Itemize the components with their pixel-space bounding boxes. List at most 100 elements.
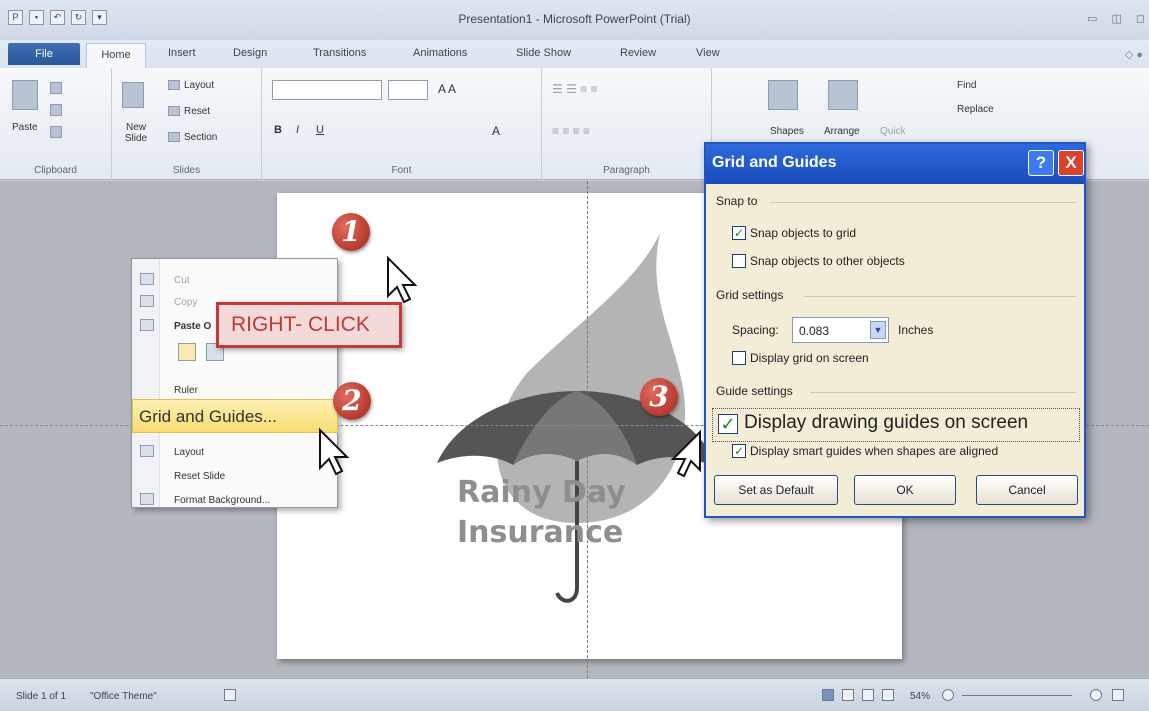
tab-insert[interactable]: Insert [168,47,196,59]
new-slide-button[interactable]: New Slide [116,122,156,144]
zoom-in-icon[interactable] [1090,689,1102,701]
right-click-callout: RIGHT- CLICK [216,302,402,348]
section-button[interactable]: Section [184,132,217,143]
font-name-box[interactable] [272,80,382,100]
help-icon[interactable]: ◇ ● [1125,48,1143,61]
slide-sorter-icon[interactable] [842,689,854,701]
snap-other-checkbox[interactable] [732,254,746,268]
zoom-level[interactable]: 54% [910,691,930,702]
font-color-icon[interactable]: A [492,124,500,138]
zoom-slider[interactable] [962,695,1072,696]
font-size-box[interactable] [388,80,428,100]
spell-check-icon[interactable] [224,689,236,701]
dialog-title-bar[interactable]: Grid and Guides ? X [706,144,1084,184]
spacing-input[interactable]: 0.083 ▼ [792,317,889,343]
theme-name[interactable]: "Office Theme" [90,691,157,702]
new-slide-icon[interactable] [122,82,144,108]
italic-icon[interactable]: I [296,124,299,136]
snap-grid-label: Snap objects to grid [750,226,857,240]
snap-other-label: Snap objects to other objects [750,254,905,268]
step-1-badge: 1 [332,213,370,251]
brand-line-2: Insurance [457,515,624,550]
tab-animations[interactable]: Animations [413,47,467,59]
spacing-label: Spacing: [732,323,779,337]
reset-button[interactable]: Reset [184,106,210,117]
quick-styles-button[interactable]: Quick [880,126,906,137]
arrange-button[interactable]: Arrange [824,126,860,137]
cut-icon[interactable] [50,82,62,94]
group-font: A A B I U A Font [262,68,542,180]
shapes-button[interactable]: Shapes [770,126,804,137]
group-slides: New Slide Layout Reset Section Slides [112,68,262,180]
tab-transitions[interactable]: Transitions [313,47,366,59]
smart-guides-checkbox[interactable]: ✓ [732,444,746,458]
zoom-out-icon[interactable] [942,689,954,701]
display-guides-checkbox[interactable]: ✓ [718,414,738,434]
layout-button[interactable]: Layout [184,80,214,91]
display-grid-checkbox[interactable] [732,351,746,365]
close-button[interactable]: X [1058,150,1084,176]
right-click-label: RIGHT- CLICK [231,313,370,336]
close-window-icon[interactable]: ◻ [1136,12,1145,25]
underline-icon[interactable]: U [316,124,324,136]
menu-item-reset-slide[interactable]: Reset Slide [174,471,225,482]
find-button[interactable]: Find [957,80,976,91]
smart-guides-label: Display smart guides when shapes are ali… [750,444,999,458]
step-3-badge: 3 [640,378,678,416]
tab-slide-show[interactable]: Slide Show [516,47,571,59]
context-menu: Cut Copy Paste O Ruler Grid and Guides..… [131,258,338,508]
tab-review[interactable]: Review [620,47,656,59]
grow-font-icon[interactable]: A A [438,82,456,96]
group-clipboard: Paste Clipboard [0,68,112,180]
bullets-icon[interactable]: ☰ ☰ ≡ ≡ [552,82,598,96]
menu-item-layout[interactable]: Layout [174,447,204,458]
paste-button[interactable]: Paste [12,122,38,133]
set-as-default-button[interactable]: Set as Default [714,475,838,505]
menu-item-cut[interactable]: Cut [174,275,190,286]
group-label: Clipboard [34,165,77,176]
group-paragraph: ☰ ☰ ≡ ≡ ≡ ≡ ≡ ≡ Paragraph [542,68,712,180]
fit-slide-icon[interactable] [1112,689,1124,701]
help-button[interactable]: ? [1028,150,1054,176]
shapes-icon[interactable] [768,80,798,110]
menu-item-copy[interactable]: Copy [174,297,197,308]
format-painter-icon[interactable] [50,126,62,138]
snap-grid-checkbox[interactable]: ✓ [732,226,746,240]
step-2-badge: 2 [333,382,371,420]
paste-icon[interactable] [12,80,38,110]
bold-icon[interactable]: B [274,124,282,136]
layout-icon [140,445,154,457]
tab-design[interactable]: Design [233,47,267,59]
copy-icon[interactable] [50,104,62,116]
normal-view-icon[interactable] [822,689,834,701]
spacing-dropdown-icon[interactable]: ▼ [870,321,886,339]
menu-item-paste-options: Paste O [174,321,212,332]
group-label: Font [391,165,412,176]
brand-line-1: Rainy Day [457,475,626,510]
align-icon[interactable]: ≡ ≡ ≡ ≡ [552,124,590,138]
tab-file[interactable]: File [8,43,80,65]
grid-and-guides-dialog: Grid and Guides ? X Snap to ✓ Snap objec… [704,142,1086,518]
spacing-unit: Inches [898,323,934,337]
tab-home[interactable]: Home [86,43,146,68]
restore-icon[interactable]: ◫ [1111,12,1121,25]
cancel-button[interactable]: Cancel [976,475,1078,505]
menu-item-ruler[interactable]: Ruler [174,385,198,396]
menu-item-format-background[interactable]: Format Background... [174,495,270,506]
tab-view[interactable]: View [696,47,720,59]
menu-item-grid-and-guides-label: Grid and Guides... [139,407,277,426]
paste-icon [140,319,154,331]
format-background-icon [140,493,154,505]
replace-button[interactable]: Replace [957,104,994,115]
minimize-icon[interactable]: ▭ [1087,12,1097,25]
reading-view-icon[interactable] [862,689,874,701]
vertical-drawing-guide[interactable] [587,181,588,678]
arrange-icon[interactable] [828,80,858,110]
dialog-title: Grid and Guides [712,154,837,171]
layout-icon [168,80,180,90]
menu-item-grid-and-guides[interactable]: Grid and Guides... [132,399,338,433]
ribbon-tabs: File Home Insert Design Transitions Anim… [0,40,1149,68]
ok-button[interactable]: OK [854,475,956,505]
slide-show-view-icon[interactable] [882,689,894,701]
paste-option-icon[interactable] [178,343,196,361]
